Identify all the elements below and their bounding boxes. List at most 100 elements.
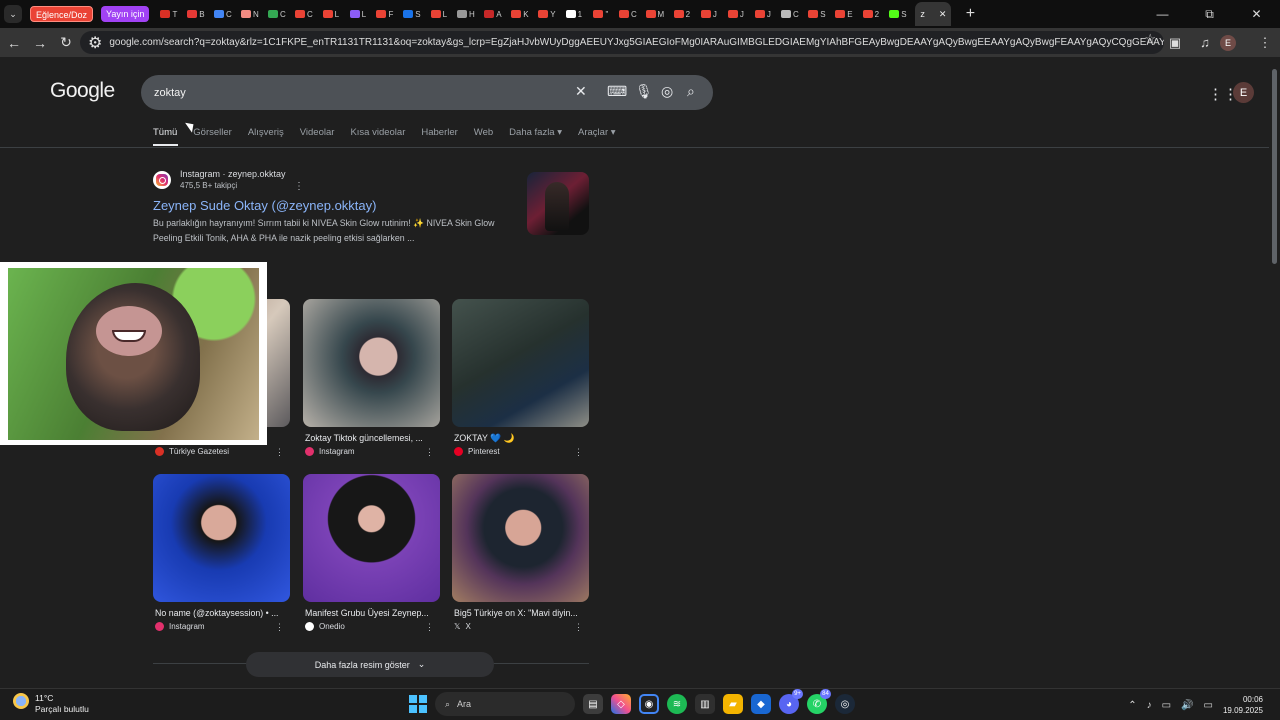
google-logo[interactable]: Google: [50, 79, 115, 103]
chrome-icon[interactable]: ◉: [639, 694, 659, 714]
tab-shopping[interactable]: Alışveriş: [248, 127, 284, 138]
image-source[interactable]: 𝕏X: [454, 622, 471, 631]
browser-tab[interactable]: S: [398, 2, 425, 26]
tab-web[interactable]: Web: [474, 127, 493, 138]
browser-tab[interactable]: J: [749, 2, 776, 26]
browser-tab[interactable]: C: [614, 2, 641, 26]
weather-widget[interactable]: 11°C Parçalı bulutlu: [13, 693, 89, 715]
active-browser-tab[interactable]: z ✕: [915, 2, 952, 26]
spotify-icon[interactable]: ≋: [667, 694, 687, 714]
browser-tab[interactable]: 1: [560, 2, 587, 26]
network-status-icon[interactable]: ▭: [1162, 700, 1171, 711]
browser-tab[interactable]: C: [776, 2, 803, 26]
new-tab-icon[interactable]: +: [959, 5, 981, 23]
file-viewer-icon[interactable]: ▤: [583, 694, 603, 714]
system-clock[interactable]: 00:06 19.09.2025: [1223, 694, 1263, 716]
tab-images[interactable]: Görseller: [193, 127, 232, 138]
address-bar[interactable]: ⚙ google.com/search?q=zoktay&rlz=1C1FKPE…: [80, 31, 1164, 54]
image-source[interactable]: Instagram: [155, 622, 205, 631]
image-thumbnail[interactable]: [303, 299, 440, 427]
image-caption[interactable]: Big5 Türkiye on X: "Mavi diyin...: [454, 608, 586, 618]
windows-start-icon[interactable]: [409, 695, 427, 713]
result-title-link[interactable]: Zeynep Sude Oktay (@zeynep.okktay): [153, 198, 376, 213]
browser-tab[interactable]: F: [371, 2, 398, 26]
browser-tab[interactable]: S: [884, 2, 911, 26]
browser-tab[interactable]: C: [209, 2, 236, 26]
notes-icon[interactable]: ▥: [695, 694, 715, 714]
image-card[interactable]: Zoktay Tiktok güncellemesi, ... Instagra…: [303, 299, 440, 459]
image-source[interactable]: Pinterest: [454, 447, 500, 456]
image-more-icon[interactable]: ⋮: [275, 447, 284, 458]
image-thumbnail[interactable]: [303, 474, 440, 602]
result-source[interactable]: Instagram · zeynep.okktay: [180, 169, 286, 179]
scrollbar-thumb[interactable]: [1272, 69, 1277, 264]
back-icon[interactable]: ←: [2, 31, 26, 55]
microphone-icon[interactable]: 🎙: [635, 83, 653, 100]
image-more-icon[interactable]: ⋮: [574, 622, 583, 633]
result-more-icon[interactable]: ⋮: [294, 181, 304, 192]
show-hidden-icons-icon[interactable]: ⌃: [1128, 700, 1136, 711]
browser-tab[interactable]: L: [344, 2, 371, 26]
restore-button[interactable]: ⧉: [1186, 7, 1233, 22]
tab-group-stream[interactable]: Yayın için: [101, 6, 150, 22]
tab-short-videos[interactable]: Kısa videolar: [350, 127, 405, 138]
forward-icon[interactable]: →: [28, 31, 52, 55]
tab-search-icon[interactable]: ⌄: [4, 5, 22, 23]
instagram-result[interactable]: Instagram · zeynep.okktay 475,5 B+ takip…: [153, 169, 589, 249]
bookmark-star-icon[interactable]: ☆: [1144, 31, 1156, 47]
close-tab-icon[interactable]: ✕: [939, 9, 947, 20]
close-window-button[interactable]: ✕: [1233, 7, 1280, 21]
tab-more[interactable]: Daha fazla ▾: [509, 127, 562, 138]
image-more-icon[interactable]: ⋮: [425, 447, 434, 458]
image-thumbnail[interactable]: [452, 299, 589, 427]
result-thumbnail[interactable]: [527, 172, 589, 235]
browser-tab[interactable]: M: [641, 2, 668, 26]
site-info-icon[interactable]: ⚙: [88, 33, 102, 53]
account-avatar[interactable]: E: [1233, 82, 1254, 103]
browser-tab[interactable]: 2: [857, 2, 884, 26]
battery-icon[interactable]: ▭: [1204, 700, 1213, 711]
minimize-button[interactable]: —: [1139, 7, 1186, 21]
image-caption[interactable]: ZOKTAY 💙 🌙: [454, 433, 586, 444]
browser-tab[interactable]: C: [290, 2, 317, 26]
browser-tab[interactable]: ": [587, 2, 614, 26]
reload-icon[interactable]: ↻: [54, 31, 78, 55]
volume-icon[interactable]: 🔊: [1181, 700, 1193, 711]
image-source[interactable]: Instagram: [305, 447, 355, 456]
image-caption[interactable]: Zoktay Tiktok güncellemesi, ...: [305, 433, 437, 443]
browser-tab[interactable]: C: [263, 2, 290, 26]
image-more-icon[interactable]: ⋮: [275, 622, 284, 633]
browser-tab[interactable]: Y: [533, 2, 560, 26]
profile-icon[interactable]: E: [1220, 34, 1250, 51]
browser-tab[interactable]: B: [182, 2, 209, 26]
image-card[interactable]: Big5 Türkiye on X: "Mavi diyin... 𝕏X ⋮: [452, 474, 589, 634]
image-thumbnail[interactable]: [153, 474, 290, 602]
browser-tab[interactable]: L: [317, 2, 344, 26]
image-caption[interactable]: No name (@zoktaysession) • ...: [155, 608, 287, 618]
tab-videos[interactable]: Videolar: [300, 127, 335, 138]
lens-icon[interactable]: ◎: [661, 83, 673, 100]
image-card[interactable]: ZOKTAY 💙 🌙 Pinterest ⋮: [452, 299, 589, 459]
image-source[interactable]: Onedio: [305, 622, 345, 631]
copilot-icon[interactable]: ◇: [611, 694, 631, 714]
search-input[interactable]: zoktay: [154, 87, 574, 99]
tab-news[interactable]: Haberler: [421, 127, 457, 138]
browser-tab[interactable]: L: [425, 2, 452, 26]
media-control-icon[interactable]: ♫: [1190, 35, 1220, 50]
page-scrollbar[interactable]: [1269, 57, 1280, 688]
whatsapp-icon[interactable]: ✆ 84: [807, 689, 831, 714]
browser-tab[interactable]: S: [803, 2, 830, 26]
extensions-icon[interactable]: ▣: [1160, 35, 1190, 51]
image-source[interactable]: Türkiye Gazetesi: [155, 447, 229, 456]
image-more-icon[interactable]: ⋮: [574, 447, 583, 458]
address-url[interactable]: google.com/search?q=zoktay&rlz=1C1FKPE_e…: [109, 37, 1164, 48]
search-box[interactable]: zoktay ✕ ⌨ 🎙 ◎ ⌕: [141, 75, 713, 110]
taskbar-search[interactable]: ⌕ Ara: [435, 692, 575, 716]
tab-all[interactable]: Tümü: [153, 127, 177, 138]
tab-group-entertainment[interactable]: Eğlence/Doz: [30, 6, 94, 22]
microphone-icon[interactable]: ♪: [1147, 700, 1152, 711]
search-icon[interactable]: ⌕: [687, 83, 695, 100]
steam-icon[interactable]: ◎: [835, 694, 855, 714]
browser-tab[interactable]: J: [695, 2, 722, 26]
image-caption[interactable]: Manifest Grubu Üyesi Zeynep...: [305, 608, 437, 618]
